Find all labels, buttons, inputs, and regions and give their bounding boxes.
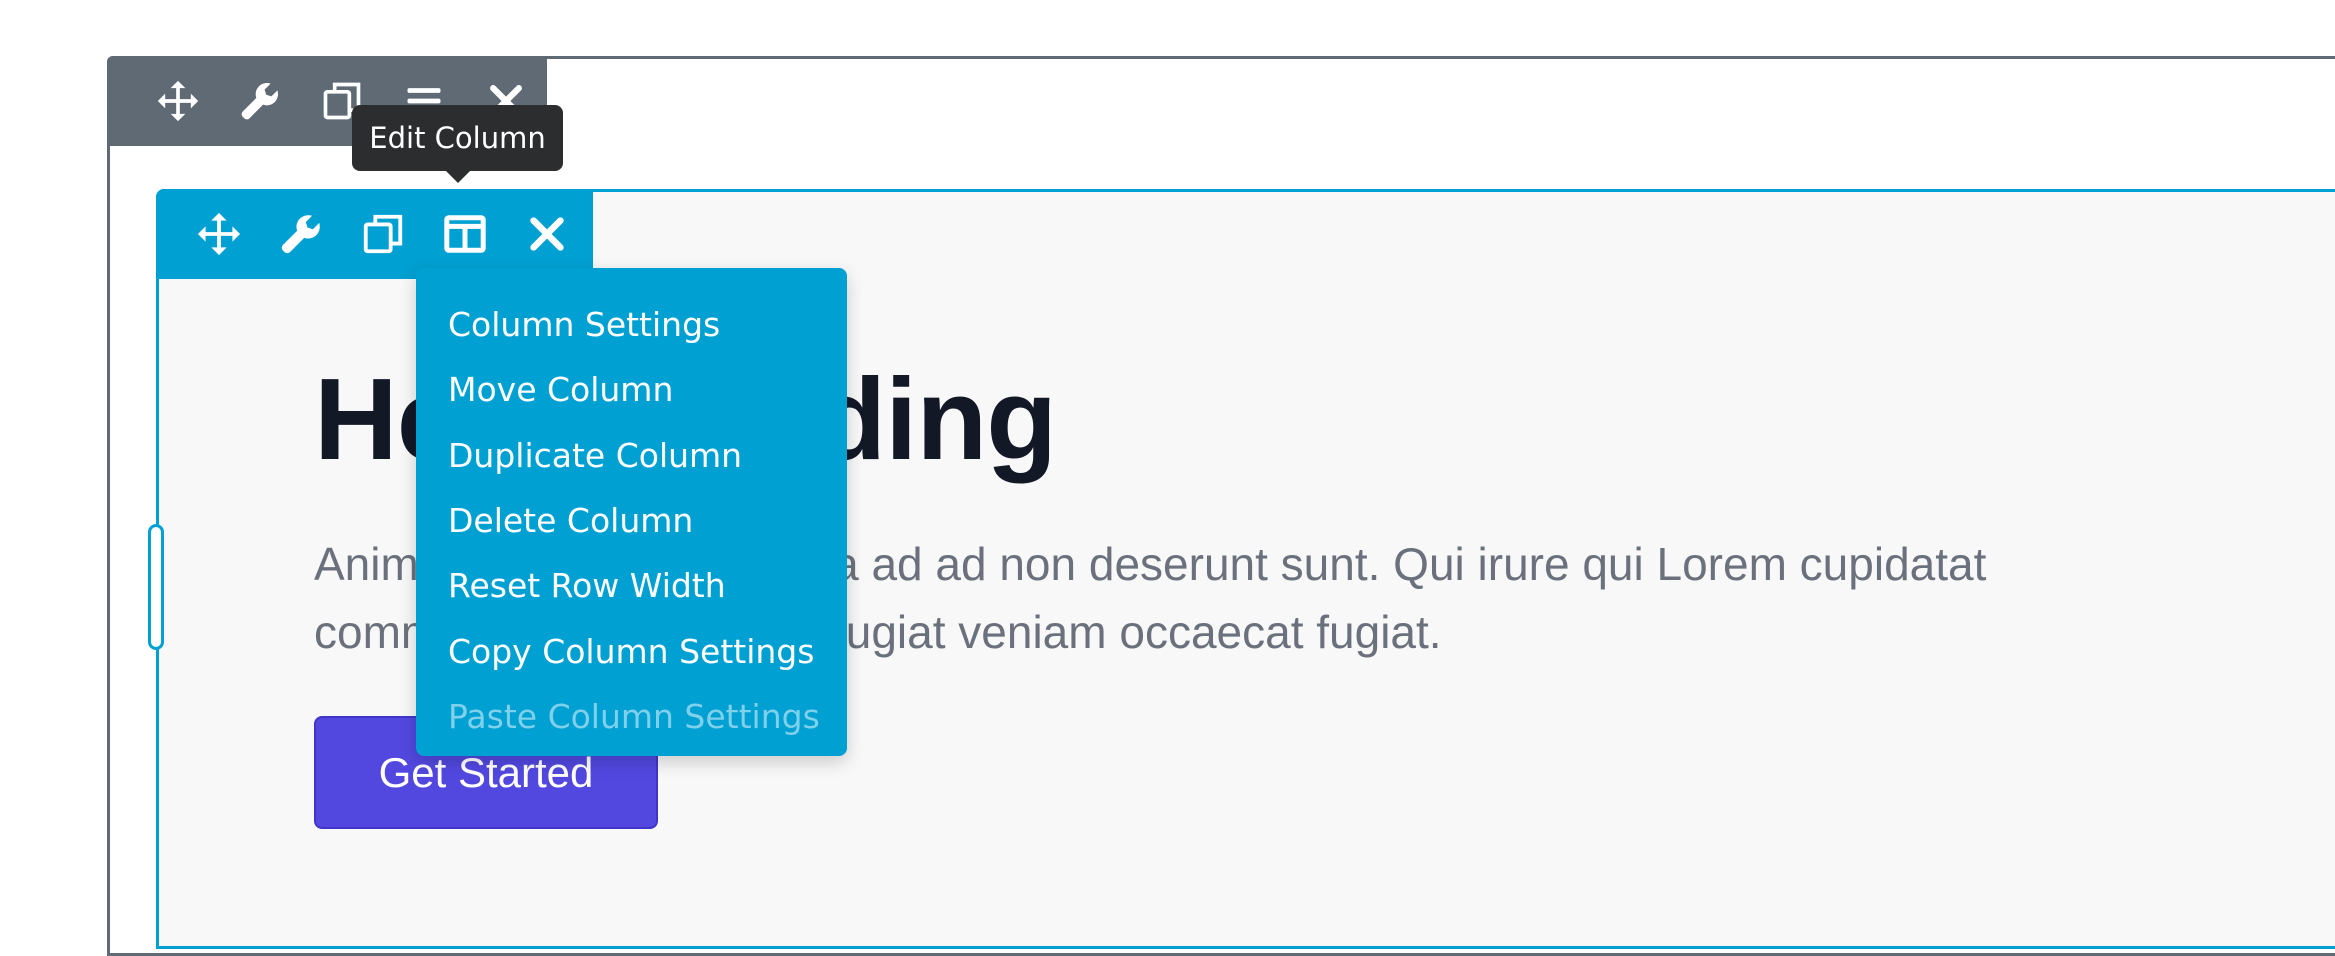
row-settings-button[interactable] <box>219 59 301 143</box>
move-icon <box>157 80 199 122</box>
column-toolbar <box>156 189 593 279</box>
edit-column-tooltip: Edit Column <box>352 105 563 183</box>
column-resize-handle[interactable] <box>148 524 164 650</box>
menu-item-column-settings[interactable]: Column Settings <box>416 292 847 357</box>
edit-column-button[interactable] <box>424 192 506 276</box>
wrench-icon <box>281 215 320 254</box>
wrench-icon <box>241 83 278 120</box>
menu-item-duplicate-column[interactable]: Duplicate Column <box>416 423 847 488</box>
move-icon <box>197 212 241 256</box>
column-move-button[interactable] <box>178 192 260 276</box>
column-menu: Column Settings Move Column Duplicate Co… <box>416 268 847 756</box>
menu-item-reset-row-width[interactable]: Reset Row Width <box>416 553 847 618</box>
menu-item-copy-column-settings[interactable]: Copy Column Settings <box>416 618 847 683</box>
columns-icon <box>444 215 486 253</box>
close-icon <box>530 217 564 251</box>
column-settings-button[interactable] <box>260 192 342 276</box>
column-close-button[interactable] <box>506 192 588 276</box>
menu-item-paste-column-settings: Paste Column Settings <box>448 696 820 736</box>
copy-icon <box>363 214 403 254</box>
column-duplicate-button[interactable] <box>342 192 424 276</box>
menu-item-delete-column[interactable]: Delete Column <box>416 488 847 553</box>
row-move-button[interactable] <box>137 59 219 143</box>
menu-item-move-column[interactable]: Move Column <box>416 357 847 422</box>
